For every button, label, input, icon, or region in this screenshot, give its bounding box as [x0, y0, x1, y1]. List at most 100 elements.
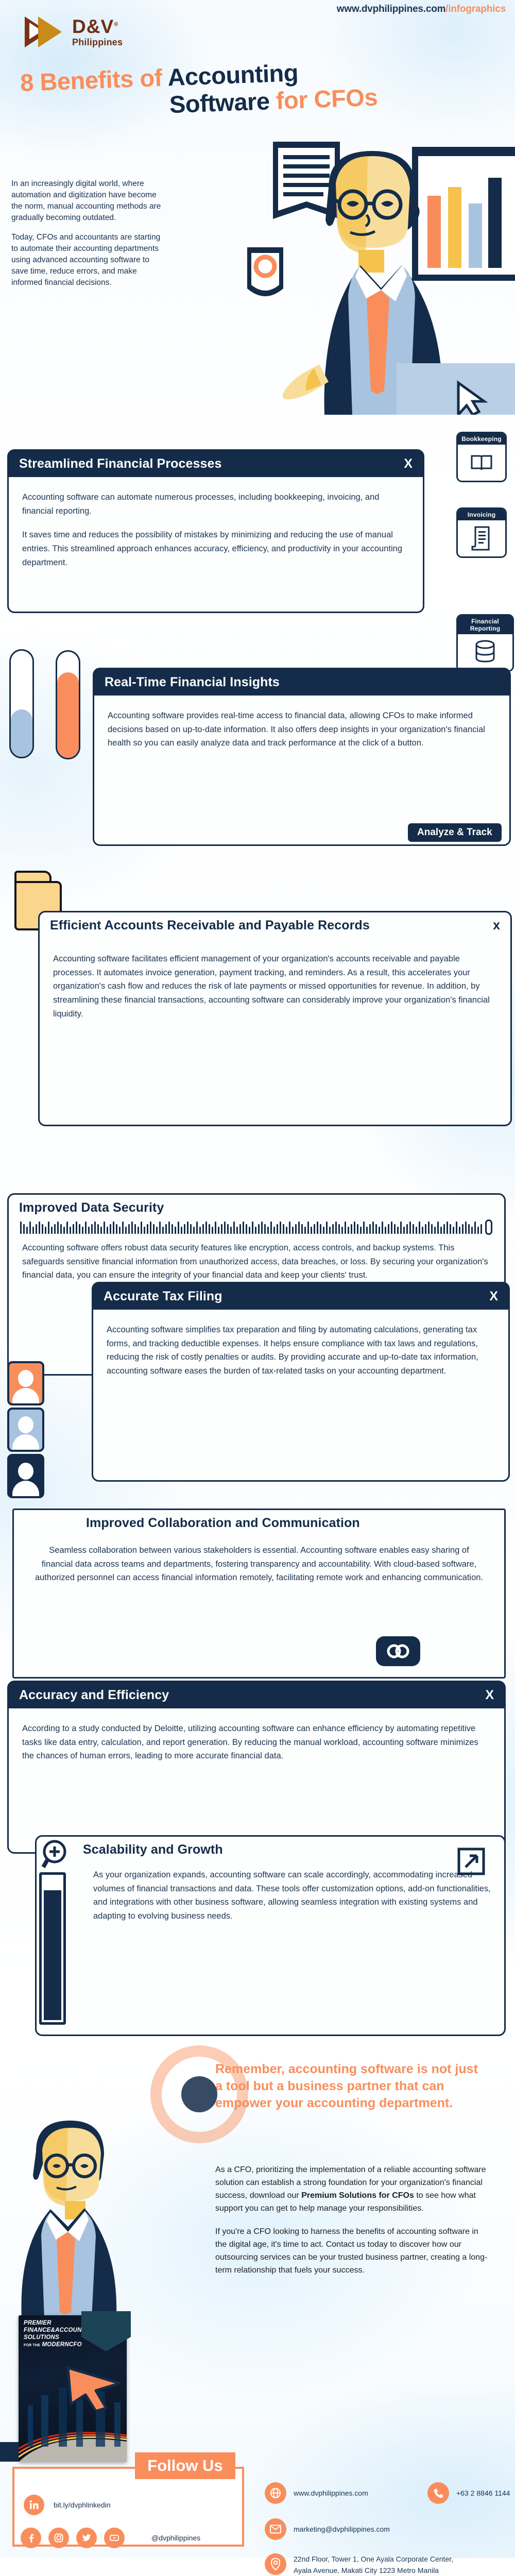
benefit-card-5-paragraph-1: Accounting software simplifies tax prepa…: [107, 1325, 478, 1376]
logo-wordmark: D&V® Philippines: [72, 17, 123, 47]
expand-arrow-icon[interactable]: [456, 1846, 486, 1879]
contact-phone-text[interactable]: +63 2 8846 1144: [456, 2489, 510, 2497]
benefit-card-7-body: According to a study conducted by Deloit…: [9, 1708, 504, 1775]
intro-paragraph-1: In an increasingly digital world, where …: [11, 179, 161, 222]
pill-gauge-2: [56, 650, 80, 759]
benefit-card-1[interactable]: Streamlined Financial Processes X Accoun…: [7, 449, 424, 613]
open-book-icon: [458, 445, 505, 481]
growth-level-bar: [39, 1872, 66, 2025]
contact-email[interactable]: marketing@dvphilippines.com: [265, 2518, 390, 2540]
title-line2-dark: Software: [169, 87, 277, 118]
instagram-icon[interactable]: [48, 2528, 69, 2548]
twitter-icon[interactable]: [76, 2528, 97, 2548]
social-row[interactable]: @dvphilippines: [21, 2528, 200, 2548]
infographic-page: www.dvphilippines.com/infographics D&V® …: [0, 0, 515, 2575]
benefit-card-6-paragraph-1: Seamless collaboration between various s…: [35, 1546, 484, 1583]
link-chain-icon: [376, 1636, 420, 1666]
intro-paragraph-2: Today, CFOs and accountants are starting…: [11, 233, 161, 287]
benefit-card-1-body: Accounting software can automate numerou…: [9, 477, 423, 582]
benefit-card-1-title: Streamlined Financial Processes: [19, 456, 222, 471]
benefit-card-8-paragraph-1: As your organization expands, accounting…: [93, 1870, 491, 1921]
contact-email-text[interactable]: marketing@dvphilippines.com: [294, 2525, 390, 2533]
benefit-card-3-body: Accounting software facilitates efficien…: [40, 939, 510, 1033]
chip-bookkeeping: Bookkeeping: [456, 432, 507, 482]
contact-phone[interactable]: +63 2 8846 1144: [427, 2482, 510, 2504]
linkedin-icon[interactable]: [24, 2495, 44, 2515]
benefit-card-7[interactable]: Accuracy and Efficiency X According to a…: [7, 1681, 506, 1854]
footer: Follow Us bit.ly/dvphlinkedin @dvphilipp…: [0, 2452, 515, 2575]
conclusion-paragraph-1: As a CFO, prioritizing the implementatio…: [215, 2164, 488, 2215]
target-bullseye-decoration: [181, 2076, 217, 2112]
benefit-card-7-title: Accuracy and Efficiency: [19, 1688, 169, 1702]
avatar-blue: [7, 1408, 44, 1452]
chip-financial-reporting-label: Financial Reporting: [458, 616, 512, 634]
linkedin-handle[interactable]: bit.ly/dvphlinkedin: [54, 2501, 111, 2509]
map-pin-icon: [265, 2553, 286, 2575]
close-icon[interactable]: x: [493, 919, 500, 932]
benefit-card-8-header: Scalability and Growth: [37, 1837, 504, 1863]
analyst-illustration: [5, 2102, 160, 2318]
contact-address: 22nd Floor, Tower 1, One Ayala Corporate…: [265, 2553, 453, 2576]
benefit-card-2-header: Real-Time Financial Insights: [94, 669, 509, 696]
benefit-card-6-title: Improved Collaboration and Communication: [86, 1516, 360, 1530]
magnifier-plus-icon: [41, 1839, 70, 1874]
premium-solutions-link[interactable]: Premium Solutions for CFOs: [301, 2191, 414, 2200]
benefit-card-5-header: Accurate Tax Filing X: [93, 1283, 508, 1310]
logo-line2: Philippines: [72, 37, 123, 47]
registered-mark-icon: ®: [114, 21, 119, 28]
benefit-card-5-title: Accurate Tax Filing: [104, 1289, 222, 1303]
contact-address-text: 22nd Floor, Tower 1, One Ayala Corporate…: [294, 2555, 454, 2575]
benefit-card-8-body: As your organization expands, accounting…: [37, 1863, 504, 1936]
benefit-card-5-body: Accounting software simplifies tax prepa…: [93, 1310, 508, 1391]
benefit-card-3-header: Efficient Accounts Receivable and Payabl…: [40, 912, 510, 939]
benefit-card-1-header: Streamlined Financial Processes X: [9, 451, 423, 477]
analyze-track-badge[interactable]: Analyze & Track: [408, 823, 502, 842]
pennant-decoration: [81, 2311, 131, 2354]
conclusion-body: As a CFO, prioritizing the implementatio…: [215, 2164, 488, 2277]
benefit-card-3-paragraph-1: Accounting software facilitates efficien…: [53, 954, 490, 1019]
conclusion-headline: Remember, accounting software is not jus…: [215, 2062, 478, 2110]
header-url-domain: www.dvphilippines.com: [336, 4, 446, 14]
header-url: www.dvphilippines.com/infographics: [337, 4, 506, 15]
invoice-receipt-icon: [458, 520, 505, 556]
brand-logo: D&V® Philippines: [25, 15, 123, 48]
linkedin-row[interactable]: bit.ly/dvphlinkedin: [24, 2495, 111, 2515]
benefit-card-7-header: Accuracy and Efficiency X: [9, 1682, 504, 1708]
benefit-card-3-title: Efficient Accounts Receivable and Payabl…: [50, 918, 370, 933]
benefit-card-5[interactable]: Accurate Tax Filing X Accounting softwar…: [92, 1282, 510, 1482]
contact-website[interactable]: www.dvphilippines.com: [265, 2482, 368, 2504]
close-icon[interactable]: X: [489, 1290, 498, 1303]
globe-icon: [265, 2482, 286, 2504]
benefit-card-4-title: Improved Data Security: [19, 1200, 164, 1215]
ebook-line4: MODERNCFO: [42, 2342, 82, 2348]
benefit-card-6-header: Improved Collaboration and Communication: [14, 1510, 504, 1536]
facebook-icon[interactable]: [21, 2528, 41, 2548]
close-icon[interactable]: X: [404, 457, 413, 470]
avatar-navy: [7, 1454, 44, 1498]
benefit-card-1-paragraph-2: It saves time and reduces the possibilit…: [22, 530, 403, 567]
chip-financial-reporting: Financial Reporting: [456, 614, 514, 672]
chip-invoicing-label: Invoicing: [458, 509, 505, 520]
chip-invoicing: Invoicing: [456, 507, 507, 558]
benefit-card-2-body: Accounting software provides real-time a…: [94, 696, 509, 762]
benefit-card-3[interactable]: Efficient Accounts Receivable and Payabl…: [38, 911, 512, 1126]
benefit-card-6-body: Seamless collaboration between various s…: [14, 1536, 504, 1592]
title-line2-orange: for CFOs: [275, 83, 378, 114]
envelope-icon: [265, 2518, 286, 2540]
pill-gauge-1: [9, 649, 34, 758]
social-handle[interactable]: @dvphilippines: [151, 2534, 200, 2542]
logo-play-mark-icon: [25, 15, 67, 48]
benefit-card-6[interactable]: Improved Collaboration and Communication…: [12, 1509, 506, 1679]
benefit-card-2-paragraph-1: Accounting software provides real-time a…: [108, 711, 485, 748]
avatar-orange: [7, 1361, 44, 1405]
benefit-card-7-paragraph-1: According to a study conducted by Deloit…: [22, 1724, 478, 1761]
header-url-path: /infographics: [445, 4, 506, 14]
close-icon[interactable]: X: [485, 1689, 494, 1702]
contact-website-text[interactable]: www.dvphilippines.com: [294, 2489, 368, 2497]
youtube-icon[interactable]: [104, 2528, 125, 2548]
benefit-card-8[interactable]: Scalability and Growth As your organizat…: [35, 1835, 506, 2036]
phone-icon: [427, 2482, 449, 2504]
benefit-card-4-header: Improved Data Security: [9, 1195, 504, 1216]
intro-text: In an increasingly digital world, where …: [11, 178, 166, 297]
benefit-card-2[interactable]: Real-Time Financial Insights Accounting …: [93, 668, 511, 846]
